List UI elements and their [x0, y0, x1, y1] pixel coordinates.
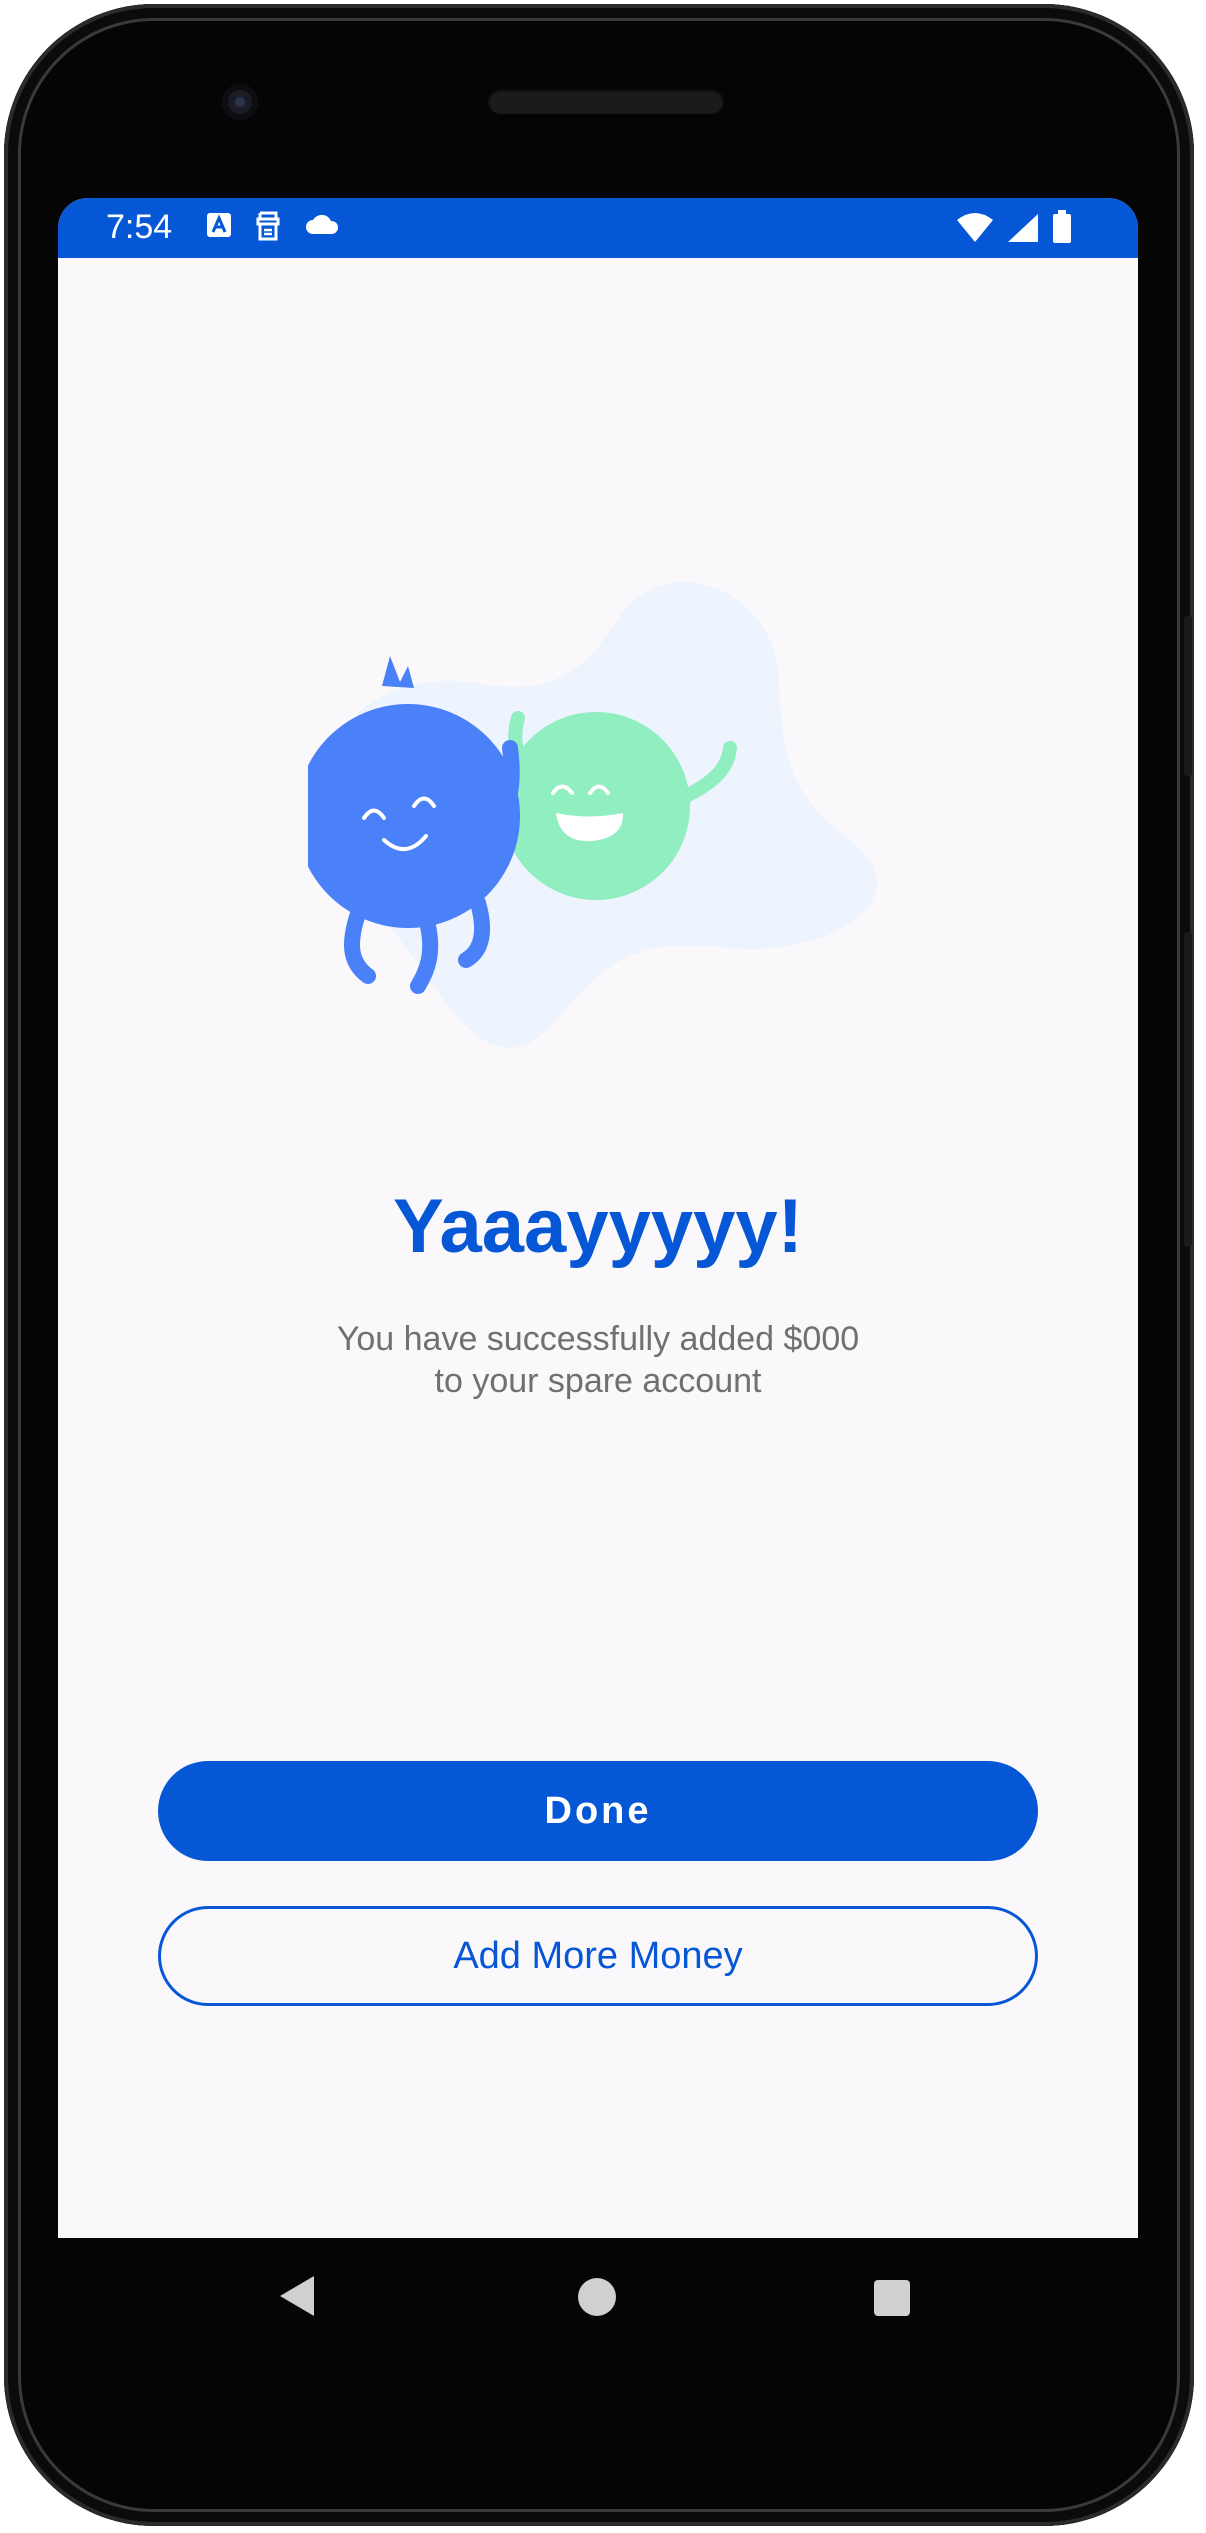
signal-icon	[1008, 214, 1038, 242]
front-camera	[222, 84, 258, 120]
navigation-bar	[58, 2238, 1138, 2358]
wifi-icon	[957, 213, 993, 242]
recents-icon[interactable]	[874, 2280, 910, 2316]
power-button	[1184, 616, 1192, 776]
back-icon[interactable]	[276, 2274, 318, 2318]
success-message: You have successfully added $000 to your…	[298, 1318, 898, 1402]
text-a-icon	[207, 213, 231, 237]
app-screen: 7:54 Yaaayyyyy! You have successfully ad…	[58, 198, 1138, 2238]
status-time: 7:54	[106, 208, 173, 246]
success-title: Yaaayyyyy!	[393, 1184, 803, 1269]
message-line-2: to your spare account	[434, 1362, 762, 1400]
cloud-icon	[306, 214, 339, 234]
add-more-money-button[interactable]: Add More Money	[158, 1906, 1038, 2006]
sim-icon	[256, 211, 280, 241]
battery-icon	[1053, 210, 1071, 243]
volume-button	[1184, 932, 1192, 1247]
status-bar: 7:54	[58, 198, 1138, 258]
done-button[interactable]: Done	[158, 1761, 1038, 1861]
celebration-illustration	[308, 581, 878, 1048]
message-line-1: You have successfully added $000	[336, 1320, 860, 1358]
home-icon[interactable]	[578, 2278, 616, 2316]
earpiece-speaker	[488, 88, 724, 114]
